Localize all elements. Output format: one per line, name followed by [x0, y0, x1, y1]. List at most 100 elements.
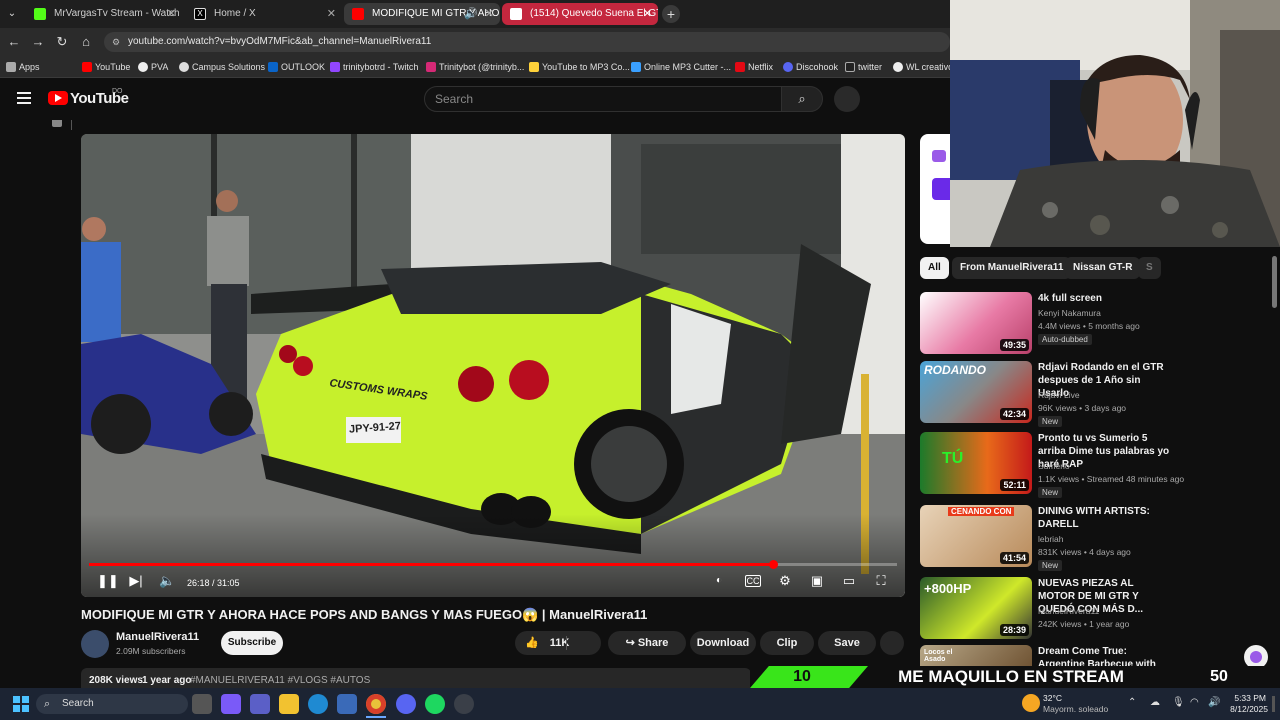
miniplayer-icon[interactable]: ▣: [809, 573, 825, 589]
bookmark-twitch[interactable]: trinitybotrd - Twitch: [330, 56, 418, 78]
voice-search-button[interactable]: [834, 86, 860, 112]
channel-name[interactable]: ManuelRivera11: [116, 631, 199, 643]
rec-item[interactable]: RODANDO 42:34 Rdjavi Rodando en el GTR d…: [920, 361, 1164, 427]
close-tab-icon[interactable]: ✕: [327, 3, 336, 25]
discord-icon[interactable]: [396, 694, 416, 714]
task-view-icon[interactable]: [192, 694, 212, 714]
rec-thumbnail[interactable]: RODANDO 42:34: [920, 361, 1032, 423]
rec-item[interactable]: CENANDO CON 41:54 DINING WITH ARTISTS: D…: [920, 505, 1160, 571]
rec-thumbnail[interactable]: 49:35: [920, 292, 1032, 354]
close-tab-icon[interactable]: ✕: [167, 3, 176, 25]
taskbar-search[interactable]: ⌕ Search: [36, 694, 188, 714]
rec-title[interactable]: 4k full screen: [1038, 292, 1173, 305]
show-desktop-button[interactable]: [1272, 696, 1275, 712]
chevron-up-icon[interactable]: ⌃: [1128, 697, 1136, 708]
chip-from-channel[interactable]: From ManuelRivera11: [952, 257, 1072, 279]
file-explorer-icon[interactable]: [279, 694, 299, 714]
settings-gear-icon[interactable]: ⚙: [777, 573, 793, 589]
rec-thumbnail[interactable]: CENANDO CON 41:54: [920, 505, 1032, 567]
chrome-icon[interactable]: [366, 694, 386, 714]
more-actions-button[interactable]: [880, 631, 904, 655]
weather-icon[interactable]: [1022, 694, 1040, 712]
save-button[interactable]: Save: [818, 631, 876, 655]
rec-title[interactable]: DINING WITH ARTISTS: DARELL: [1038, 505, 1173, 531]
bookmark-campus[interactable]: Campus Solutions: [179, 56, 265, 78]
bookmark-instagram[interactable]: Trinitybot (@trinityb...: [426, 56, 524, 78]
rec-channel[interactable]: Rdjavi Live: [1038, 390, 1080, 400]
close-tab-icon[interactable]: ✕: [485, 3, 494, 25]
browser-tab-kick[interactable]: MrVargasTv Stream - Watch Li ✕: [26, 3, 182, 25]
spotify-icon[interactable]: [425, 694, 445, 714]
chip-nissan-gtr[interactable]: Nissan GT-R: [1065, 257, 1141, 279]
rec-item[interactable]: TÚ 52:11 Pronto tu vs Sumerio 5 arriba D…: [920, 432, 1184, 498]
windows-start-icon[interactable]: [13, 696, 29, 712]
scrubber-handle[interactable]: [768, 560, 778, 569]
teams-icon[interactable]: [250, 694, 270, 714]
clock-date[interactable]: 8/12/2025: [1222, 704, 1268, 714]
audio-playing-icon[interactable]: 🔊: [464, 3, 478, 25]
volume-icon[interactable]: 🔈: [159, 573, 175, 589]
bookmark-youtube[interactable]: YouTube: [82, 56, 130, 78]
rec-thumbnail[interactable]: TÚ 52:11: [920, 432, 1032, 494]
close-tab-icon[interactable]: ✕: [643, 3, 652, 25]
search-button[interactable]: ⌕: [781, 86, 823, 112]
clock-time[interactable]: 5:33 PM: [1226, 693, 1266, 703]
rec-item[interactable]: 49:35 4k full screen Kenyi Nakamura 4.4M…: [920, 292, 1160, 358]
back-icon[interactable]: ←: [4, 32, 24, 52]
store-icon[interactable]: [337, 694, 357, 714]
video-player[interactable]: JPY-91-27 CUSTOMS WRAPS: [81, 134, 905, 597]
autoplay-toggle-icon[interactable]: ◐: [709, 573, 729, 589]
wifi-icon[interactable]: ◠: [1190, 697, 1199, 708]
bookmark-twitter[interactable]: twitter: [845, 56, 882, 78]
copilot-icon[interactable]: [221, 694, 241, 714]
new-tab-button[interactable]: +: [662, 5, 680, 23]
download-button[interactable]: Download: [690, 631, 756, 655]
search-input[interactable]: Search: [424, 86, 782, 112]
chip-all[interactable]: All: [920, 257, 949, 279]
speaker-icon[interactable]: 🔊: [1208, 697, 1220, 708]
address-bar[interactable]: ⚙ youtube.com/watch?v=bvyOdM7MFic&ab_cha…: [104, 32, 950, 52]
network-icon[interactable]: ☁: [1150, 697, 1160, 708]
forward-icon[interactable]: →: [28, 32, 48, 52]
pause-icon[interactable]: ❚❚: [97, 573, 119, 589]
bookmark-pva[interactable]: PVA: [138, 56, 168, 78]
browser-tab-x[interactable]: X Home / X ✕: [186, 3, 342, 25]
reload-icon[interactable]: ↻: [52, 32, 72, 52]
gemini-button[interactable]: [932, 178, 950, 200]
bookmark-apps[interactable]: Apps: [6, 56, 40, 78]
share-button[interactable]: ↪ Share: [608, 631, 686, 655]
clip-button[interactable]: Clip: [760, 631, 814, 655]
next-icon[interactable]: ▶|: [128, 573, 144, 589]
bookmark-discohook[interactable]: Discohook: [783, 56, 838, 78]
menu-icon[interactable]: [17, 92, 31, 104]
site-info-icon[interactable]: ⚙: [112, 32, 120, 52]
youtube-logo-icon[interactable]: [48, 91, 68, 105]
rec-channel[interactable]: Sumerio: [1038, 461, 1070, 471]
captions-icon[interactable]: CC: [745, 575, 761, 587]
home-icon[interactable]: ⌂: [76, 32, 96, 52]
rec-channel[interactable]: lebriah: [1038, 534, 1064, 544]
obs-icon[interactable]: [454, 694, 474, 714]
like-button[interactable]: 👍 11K: [515, 631, 601, 655]
rec-thumbnail[interactable]: +800HP 28:39: [920, 577, 1032, 639]
hashtags[interactable]: #MANUELRIVERA11 #VLOGS #AUTOS: [190, 675, 370, 686]
rec-channel[interactable]: ManuelRivera11: [1038, 606, 1099, 616]
tab-search-chevron-icon[interactable]: ⌄: [2, 4, 22, 24]
rec-channel[interactable]: Kenyi Nakamura: [1038, 308, 1101, 318]
subscribe-button[interactable]: Subscribe: [221, 631, 283, 655]
theater-mode-icon[interactable]: ▭: [841, 573, 857, 589]
browser-tab-youtube[interactable]: (1514) Quevedo Suena El GTI ✕: [502, 3, 658, 25]
chip-next[interactable]: S: [1138, 257, 1161, 279]
edge-icon[interactable]: [308, 694, 328, 714]
browser-tab-youtube-active[interactable]: MODIFIQUE MI GTR Y AHO 🔊 ✕: [344, 3, 500, 25]
fullscreen-icon[interactable]: ⛶: [873, 573, 889, 589]
bookmark-yt-mp3[interactable]: YouTube to MP3 Co...: [529, 56, 630, 78]
microphone-icon[interactable]: 🎙: [1172, 697, 1185, 708]
bookmark-outlook[interactable]: OUTLOOK: [268, 56, 325, 78]
bookmark-wl[interactable]: WL creativo: [893, 56, 953, 78]
bookmark-mp3-cutter[interactable]: Online MP3 Cutter -...: [631, 56, 731, 78]
channel-avatar[interactable]: [81, 630, 109, 658]
sidebar-scrollbar[interactable]: [1272, 256, 1277, 308]
rec-item[interactable]: +800HP 28:39 NUEVAS PIEZAS AL MOTOR DE M…: [920, 577, 1160, 643]
bookmark-netflix[interactable]: Netflix: [735, 56, 773, 78]
